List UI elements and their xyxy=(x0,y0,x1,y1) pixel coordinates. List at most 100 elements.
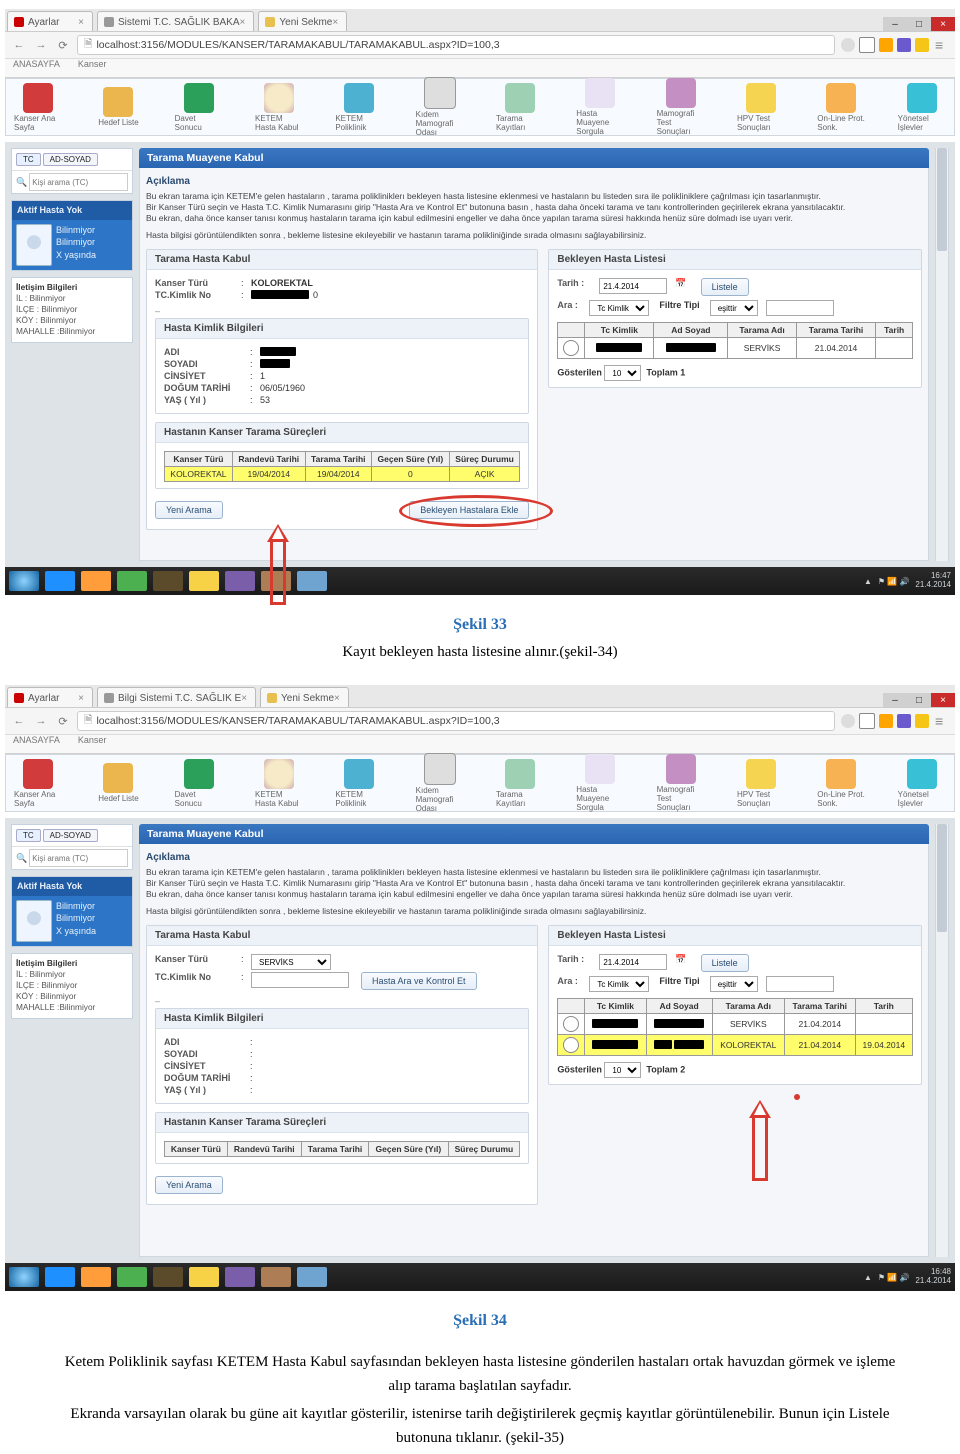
taskbar-app[interactable] xyxy=(189,571,219,591)
extension-icon[interactable] xyxy=(897,38,911,52)
yeni-arama-button[interactable]: Yeni Arama xyxy=(155,1176,223,1194)
subtab[interactable]: ANASAYFA xyxy=(13,59,60,77)
ara-select[interactable]: Tc Kimlik xyxy=(589,300,649,316)
hasta-ara-button[interactable]: Hasta Ara ve Kontrol Et xyxy=(361,972,477,990)
forward-icon[interactable]: → xyxy=(33,37,49,53)
taskbar-app[interactable] xyxy=(153,571,183,591)
pill-adsoyad[interactable]: AD-SOYAD xyxy=(43,153,98,166)
calendar-icon[interactable]: 📅 xyxy=(675,278,686,296)
window-maximize[interactable]: □ xyxy=(907,693,931,707)
filtre-select[interactable]: eşittir xyxy=(710,300,758,316)
tray-expand-icon[interactable]: ▲ xyxy=(864,577,872,586)
toolbar-item[interactable]: Yönetsel İşlevler xyxy=(898,83,946,132)
table-row[interactable]: SERVİKS 21.04.2014 xyxy=(558,1014,913,1035)
reload-icon[interactable]: ⟳ xyxy=(55,37,71,53)
patient-search-input[interactable] xyxy=(29,173,128,191)
radio-icon[interactable] xyxy=(563,340,579,356)
toolbar-item[interactable]: HPV Test Sonuçları xyxy=(737,83,785,132)
subtab[interactable]: Kanser xyxy=(78,59,107,77)
toolbar-item[interactable]: Kanser Ana Sayfa xyxy=(14,83,62,132)
taskbar-app[interactable] xyxy=(45,571,75,591)
yeni-arama-button[interactable]: Yeni Arama xyxy=(155,501,223,519)
window-maximize[interactable]: □ xyxy=(907,17,931,31)
date-input[interactable] xyxy=(599,278,667,294)
extension-icon[interactable] xyxy=(879,38,893,52)
taskbar-app[interactable] xyxy=(189,1267,219,1287)
toolbar-item[interactable]: Hedef Liste xyxy=(94,87,142,127)
toolbar-item[interactable]: Kıdem Mamografi Odası xyxy=(416,77,464,137)
taskbar-app[interactable] xyxy=(117,571,147,591)
radio-icon[interactable] xyxy=(563,1016,579,1032)
search-icon[interactable] xyxy=(841,38,855,52)
pill-tc[interactable]: TC xyxy=(16,153,41,166)
taskbar-app[interactable] xyxy=(297,1267,327,1287)
browser-tab[interactable]: Ayarlar× xyxy=(7,11,93,31)
browser-tab-active[interactable]: Sistemi T.C. SAĞLIK BAKA× xyxy=(97,11,254,31)
toolbar-item[interactable]: Tarama Kayıtları xyxy=(496,83,544,132)
taskbar-app[interactable] xyxy=(225,571,255,591)
table-row[interactable]: KOLOREKTAL 21.04.2014 19.04.2014 xyxy=(558,1035,913,1056)
start-button[interactable] xyxy=(9,1267,39,1287)
star-icon[interactable] xyxy=(859,713,875,729)
taskbar-app[interactable] xyxy=(45,1267,75,1287)
address-input[interactable]: 🗎localhost:3156/MODULES/KANSER/TARAMAKAB… xyxy=(77,35,835,55)
extension-icon[interactable] xyxy=(897,714,911,728)
search-icon[interactable] xyxy=(841,714,855,728)
window-minimize[interactable]: – xyxy=(883,17,907,31)
scrollbar[interactable] xyxy=(935,148,949,561)
toolbar-item[interactable]: KETEM Poliklinik xyxy=(335,83,383,132)
clock[interactable]: 16:4821.4.2014 xyxy=(915,1268,951,1286)
window-close[interactable]: × xyxy=(931,17,955,31)
back-icon[interactable]: ← xyxy=(11,713,27,729)
tray-expand-icon[interactable]: ▲ xyxy=(864,1273,872,1282)
filtre-input[interactable] xyxy=(766,976,834,992)
taskbar-app[interactable] xyxy=(225,1267,255,1287)
forward-icon[interactable]: → xyxy=(33,713,49,729)
close-icon[interactable]: × xyxy=(78,17,84,28)
browser-tab-active[interactable]: Bilgi Sistemi T.C. SAĞLIK E× xyxy=(97,687,256,707)
taskbar-app[interactable] xyxy=(297,571,327,591)
calendar-icon[interactable]: 📅 xyxy=(675,954,686,972)
toolbar-item[interactable]: Hasta Muayene Sorgula xyxy=(576,78,624,136)
taskbar-app[interactable] xyxy=(153,1267,183,1287)
kanser-turu-select[interactable]: SERVİKS xyxy=(251,954,331,970)
tc-input[interactable] xyxy=(251,972,349,988)
browser-tab[interactable]: Yeni Sekme× xyxy=(258,11,347,31)
pagesize-select[interactable]: 10 xyxy=(604,365,641,381)
table-row[interactable]: SERVİKS 21.04.2014 xyxy=(558,338,913,359)
taskbar-app[interactable] xyxy=(117,1267,147,1287)
browser-tab[interactable]: Yeni Sekme× xyxy=(260,687,349,707)
menu-icon[interactable] xyxy=(935,37,949,53)
start-button[interactable] xyxy=(9,571,39,591)
taskbar-app[interactable] xyxy=(81,1267,111,1287)
subtab[interactable]: Kanser xyxy=(78,735,107,753)
window-close[interactable]: × xyxy=(931,693,955,707)
star-icon[interactable] xyxy=(859,37,875,53)
extension-icon[interactable] xyxy=(915,714,929,728)
toolbar-item[interactable]: Davet Sonucu xyxy=(175,83,223,132)
toolbar-item[interactable]: KETEM Hasta Kabul xyxy=(255,83,303,132)
table-row[interactable]: KOLOREKTAL19/04/201419/04/20140AÇIK xyxy=(165,467,520,482)
menu-icon[interactable] xyxy=(935,713,949,729)
pill-adsoyad[interactable]: AD-SOYAD xyxy=(43,829,98,842)
clock[interactable]: 16:4721.4.2014 xyxy=(915,572,951,590)
extension-icon[interactable] xyxy=(915,38,929,52)
toolbar-item[interactable]: On-Line Prot. Sonk. xyxy=(817,83,865,132)
radio-icon[interactable] xyxy=(563,1037,579,1053)
taskbar-app[interactable] xyxy=(261,1267,291,1287)
subtab[interactable]: ANASAYFA xyxy=(13,735,60,753)
address-input[interactable]: 🗎localhost:3156/MODULES/KANSER/TARAMAKAB… xyxy=(77,711,835,731)
filtre-input[interactable] xyxy=(766,300,834,316)
close-icon[interactable]: × xyxy=(332,17,338,28)
taskbar-app[interactable] xyxy=(81,571,111,591)
window-minimize[interactable]: – xyxy=(883,693,907,707)
patient-search-input[interactable] xyxy=(29,849,128,867)
date-input[interactable] xyxy=(599,954,667,970)
pill-tc[interactable]: TC xyxy=(16,829,41,842)
pagesize-select[interactable]: 10 xyxy=(604,1062,641,1078)
filtre-select[interactable]: eşittir xyxy=(710,976,758,992)
close-icon[interactable]: × xyxy=(240,17,246,28)
scrollbar[interactable] xyxy=(935,824,949,1257)
browser-tab[interactable]: Ayarlar× xyxy=(7,687,93,707)
ara-select[interactable]: Tc Kimlik xyxy=(589,976,649,992)
